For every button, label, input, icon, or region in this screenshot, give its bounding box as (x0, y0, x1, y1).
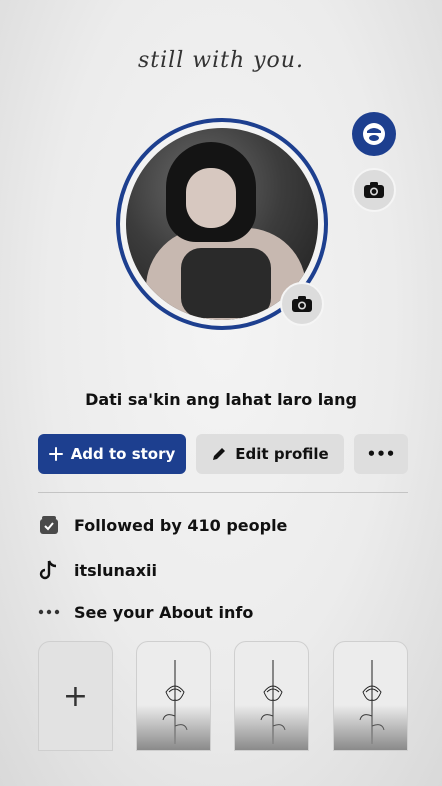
edit-profile-label: Edit profile (235, 445, 329, 463)
more-icon (38, 601, 60, 623)
about-text: See your About info (74, 602, 254, 622)
featured-tile[interactable] (234, 641, 309, 751)
followers-text: Followed by 410 people (74, 515, 288, 535)
followers-row[interactable]: Followed by 410 people (38, 511, 287, 539)
divider (38, 492, 408, 493)
avatar-button[interactable] (352, 112, 396, 156)
cover-title: still with you. (138, 48, 304, 73)
featured-tile[interactable] (333, 641, 408, 751)
more-icon: ••• (366, 445, 396, 463)
profile-camera-button[interactable] (280, 282, 324, 326)
tiktok-icon (38, 559, 60, 581)
add-to-story-label: Add to story (70, 445, 176, 463)
plus-icon (48, 447, 63, 461)
followers-icon (38, 514, 60, 536)
pencil-icon (213, 448, 226, 460)
cover-camera-button[interactable] (352, 168, 396, 212)
edit-profile-button[interactable]: Edit profile (196, 434, 344, 474)
add-featured-button[interactable]: + (38, 641, 113, 751)
about-row[interactable]: See your About info (38, 598, 253, 626)
camera-icon (364, 182, 384, 198)
plus-icon: + (62, 678, 89, 714)
more-options-button[interactable]: ••• (354, 434, 408, 474)
featured-tile[interactable] (136, 641, 211, 751)
add-to-story-button[interactable]: Add to story (38, 434, 186, 474)
tiktok-username: itslunaxii (74, 560, 158, 580)
tiktok-row[interactable]: itslunaxii (38, 556, 157, 584)
avatar-icon (363, 123, 385, 145)
profile-actions: Add to story Edit profile ••• (38, 434, 408, 474)
camera-icon (292, 296, 312, 312)
profile-bio: Dati sa'kin ang lahat laro lang (85, 390, 357, 409)
